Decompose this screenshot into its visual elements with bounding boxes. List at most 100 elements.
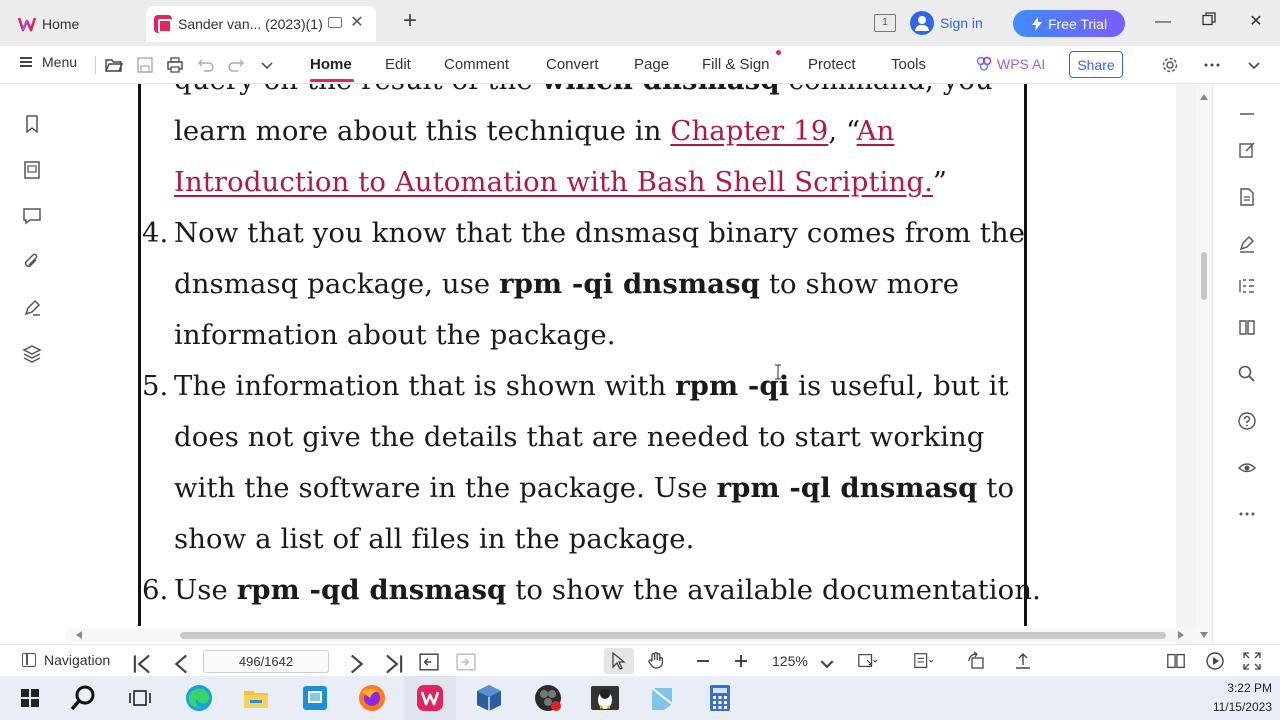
- edge-browser-icon[interactable]: [183, 682, 215, 714]
- zoom-out-icon[interactable]: [693, 651, 713, 671]
- tab-home[interactable]: Home: [6, 6, 140, 42]
- bookmark-icon[interactable]: [22, 114, 42, 134]
- obs-recorder-icon[interactable]: [532, 682, 564, 714]
- sign-in-button[interactable]: Sign in: [910, 11, 983, 35]
- horizontal-scrollbar[interactable]: [66, 628, 1212, 642]
- list-number: 6.: [142, 574, 169, 606]
- system-clock[interactable]: 3:22 PM 11/15/2023: [1213, 679, 1272, 717]
- signature-icon[interactable]: [22, 298, 42, 318]
- document-viewport[interactable]: query on the result of the which dnsmasq…: [66, 84, 1212, 644]
- close-tab-icon[interactable]: ✕: [348, 14, 366, 32]
- open-folder-icon[interactable]: [105, 56, 123, 74]
- tab-edit[interactable]: Edit: [385, 56, 411, 73]
- next-page-icon[interactable]: [346, 654, 366, 674]
- edit-icon[interactable]: [1237, 140, 1257, 160]
- scroll-right-icon[interactable]: [1178, 631, 1184, 639]
- tab-window-icon[interactable]: [328, 17, 342, 28]
- vertical-scroll-thumb[interactable]: [1201, 252, 1207, 300]
- forward-view-icon[interactable]: [456, 652, 476, 672]
- minimize-panel-icon[interactable]: [1237, 104, 1257, 124]
- scroll-up-icon[interactable]: [1200, 94, 1208, 100]
- more-options-icon[interactable]: [1203, 56, 1221, 74]
- chapter-link[interactable]: An: [857, 115, 895, 147]
- settings-icon[interactable]: [1161, 56, 1179, 74]
- new-tab-button[interactable]: +: [398, 9, 422, 34]
- document-properties-icon[interactable]: [1237, 187, 1257, 207]
- undo-icon[interactable]: [197, 56, 215, 74]
- export-icon[interactable]: [1013, 651, 1033, 671]
- snipping-tool-icon[interactable]: [646, 682, 678, 714]
- columns-icon[interactable]: [1237, 276, 1257, 296]
- print-icon[interactable]: [166, 56, 184, 74]
- free-trial-button[interactable]: Free Trial: [1013, 10, 1125, 37]
- help-icon[interactable]: [1237, 411, 1257, 431]
- tab-protect[interactable]: Protect: [808, 56, 856, 73]
- calculator-icon[interactable]: [704, 682, 736, 714]
- linux-terminal-icon[interactable]: [589, 682, 621, 714]
- body-text: query on the result of the: [174, 84, 542, 96]
- page-count-button[interactable]: 1: [874, 14, 896, 32]
- layers-icon[interactable]: [22, 344, 42, 364]
- tab-tools[interactable]: Tools: [891, 56, 926, 73]
- minimize-icon[interactable]: —: [1153, 12, 1173, 32]
- tab-home-ribbon[interactable]: Home: [310, 56, 352, 73]
- tab-page[interactable]: Page: [634, 56, 669, 73]
- attachment-icon[interactable]: [22, 252, 42, 272]
- eye-protection-icon[interactable]: [1237, 457, 1257, 477]
- more-tools-icon[interactable]: [1237, 504, 1257, 524]
- chevron-down-icon[interactable]: [258, 56, 276, 74]
- wps-ai-button[interactable]: WPS AI: [976, 56, 1045, 72]
- pen-sign-icon[interactable]: [1237, 234, 1257, 254]
- wps-office-icon[interactable]: [414, 682, 446, 714]
- navigation-toggle[interactable]: Navigation: [22, 652, 110, 668]
- previous-page-icon[interactable]: [172, 654, 192, 674]
- fit-page-icon[interactable]: [857, 651, 877, 671]
- rotate-icon[interactable]: [966, 651, 986, 671]
- file-explorer-icon[interactable]: [240, 682, 272, 714]
- chapter-link[interactable]: Introduction to Automation with Bash She…: [174, 166, 933, 198]
- chapter-link[interactable]: Chapter 19: [670, 115, 828, 147]
- zoom-level[interactable]: 125%: [772, 653, 808, 669]
- reading-mode-icon[interactable]: [1166, 651, 1186, 671]
- virtualbox-icon[interactable]: [473, 682, 505, 714]
- comment-icon[interactable]: [22, 206, 42, 226]
- search-taskbar-icon[interactable]: [68, 682, 100, 714]
- tab-comment[interactable]: Comment: [444, 56, 509, 73]
- restore-icon[interactable]: [1199, 12, 1219, 32]
- scroll-left-icon[interactable]: [76, 631, 82, 639]
- collapse-ribbon-icon[interactable]: [1245, 56, 1263, 74]
- document-text-line: with the software in the package. Use rp…: [174, 472, 1014, 504]
- search-icon[interactable]: [1237, 364, 1257, 384]
- redo-icon[interactable]: [227, 56, 245, 74]
- scroll-down-icon[interactable]: [1200, 632, 1208, 638]
- page-number-input[interactable]: 496/1642: [203, 650, 329, 673]
- play-icon[interactable]: [1205, 651, 1225, 671]
- tab-convert[interactable]: Convert: [546, 56, 599, 73]
- document-text-line: query on the result of the which dnsmasq…: [174, 84, 993, 96]
- vertical-scrollbar[interactable]: [1196, 84, 1212, 644]
- save-icon[interactable]: [136, 56, 154, 74]
- tab-fill-sign[interactable]: Fill & Sign: [702, 56, 770, 73]
- list-number: 5.: [142, 370, 169, 402]
- back-view-icon[interactable]: [419, 652, 439, 672]
- zoom-dropdown-icon[interactable]: [817, 654, 837, 674]
- remote-desktop-icon[interactable]: [299, 682, 331, 714]
- menu-button[interactable]: Menu: [20, 54, 77, 70]
- close-window-icon[interactable]: ✕: [1246, 12, 1266, 32]
- horizontal-scroll-thumb[interactable]: [180, 632, 1166, 639]
- thumbnail-icon[interactable]: [22, 160, 42, 180]
- firefox-icon[interactable]: [356, 682, 388, 714]
- fullscreen-icon[interactable]: [1242, 651, 1262, 671]
- document-text-line: show a list of all files in the package.: [174, 523, 695, 555]
- share-button[interactable]: Share: [1069, 51, 1123, 78]
- last-page-icon[interactable]: [384, 654, 404, 674]
- tab-document[interactable]: Sander van... (2023)(1) ✕: [146, 6, 376, 42]
- zoom-in-icon[interactable]: [731, 651, 751, 671]
- select-cursor-icon[interactable]: [609, 651, 629, 671]
- first-page-icon[interactable]: [132, 654, 152, 674]
- hand-tool-icon[interactable]: [646, 651, 666, 671]
- page-layout-icon[interactable]: [913, 651, 933, 671]
- task-view-icon[interactable]: [124, 682, 156, 714]
- book-icon[interactable]: [1237, 317, 1257, 337]
- windows-start-icon[interactable]: [14, 682, 46, 714]
